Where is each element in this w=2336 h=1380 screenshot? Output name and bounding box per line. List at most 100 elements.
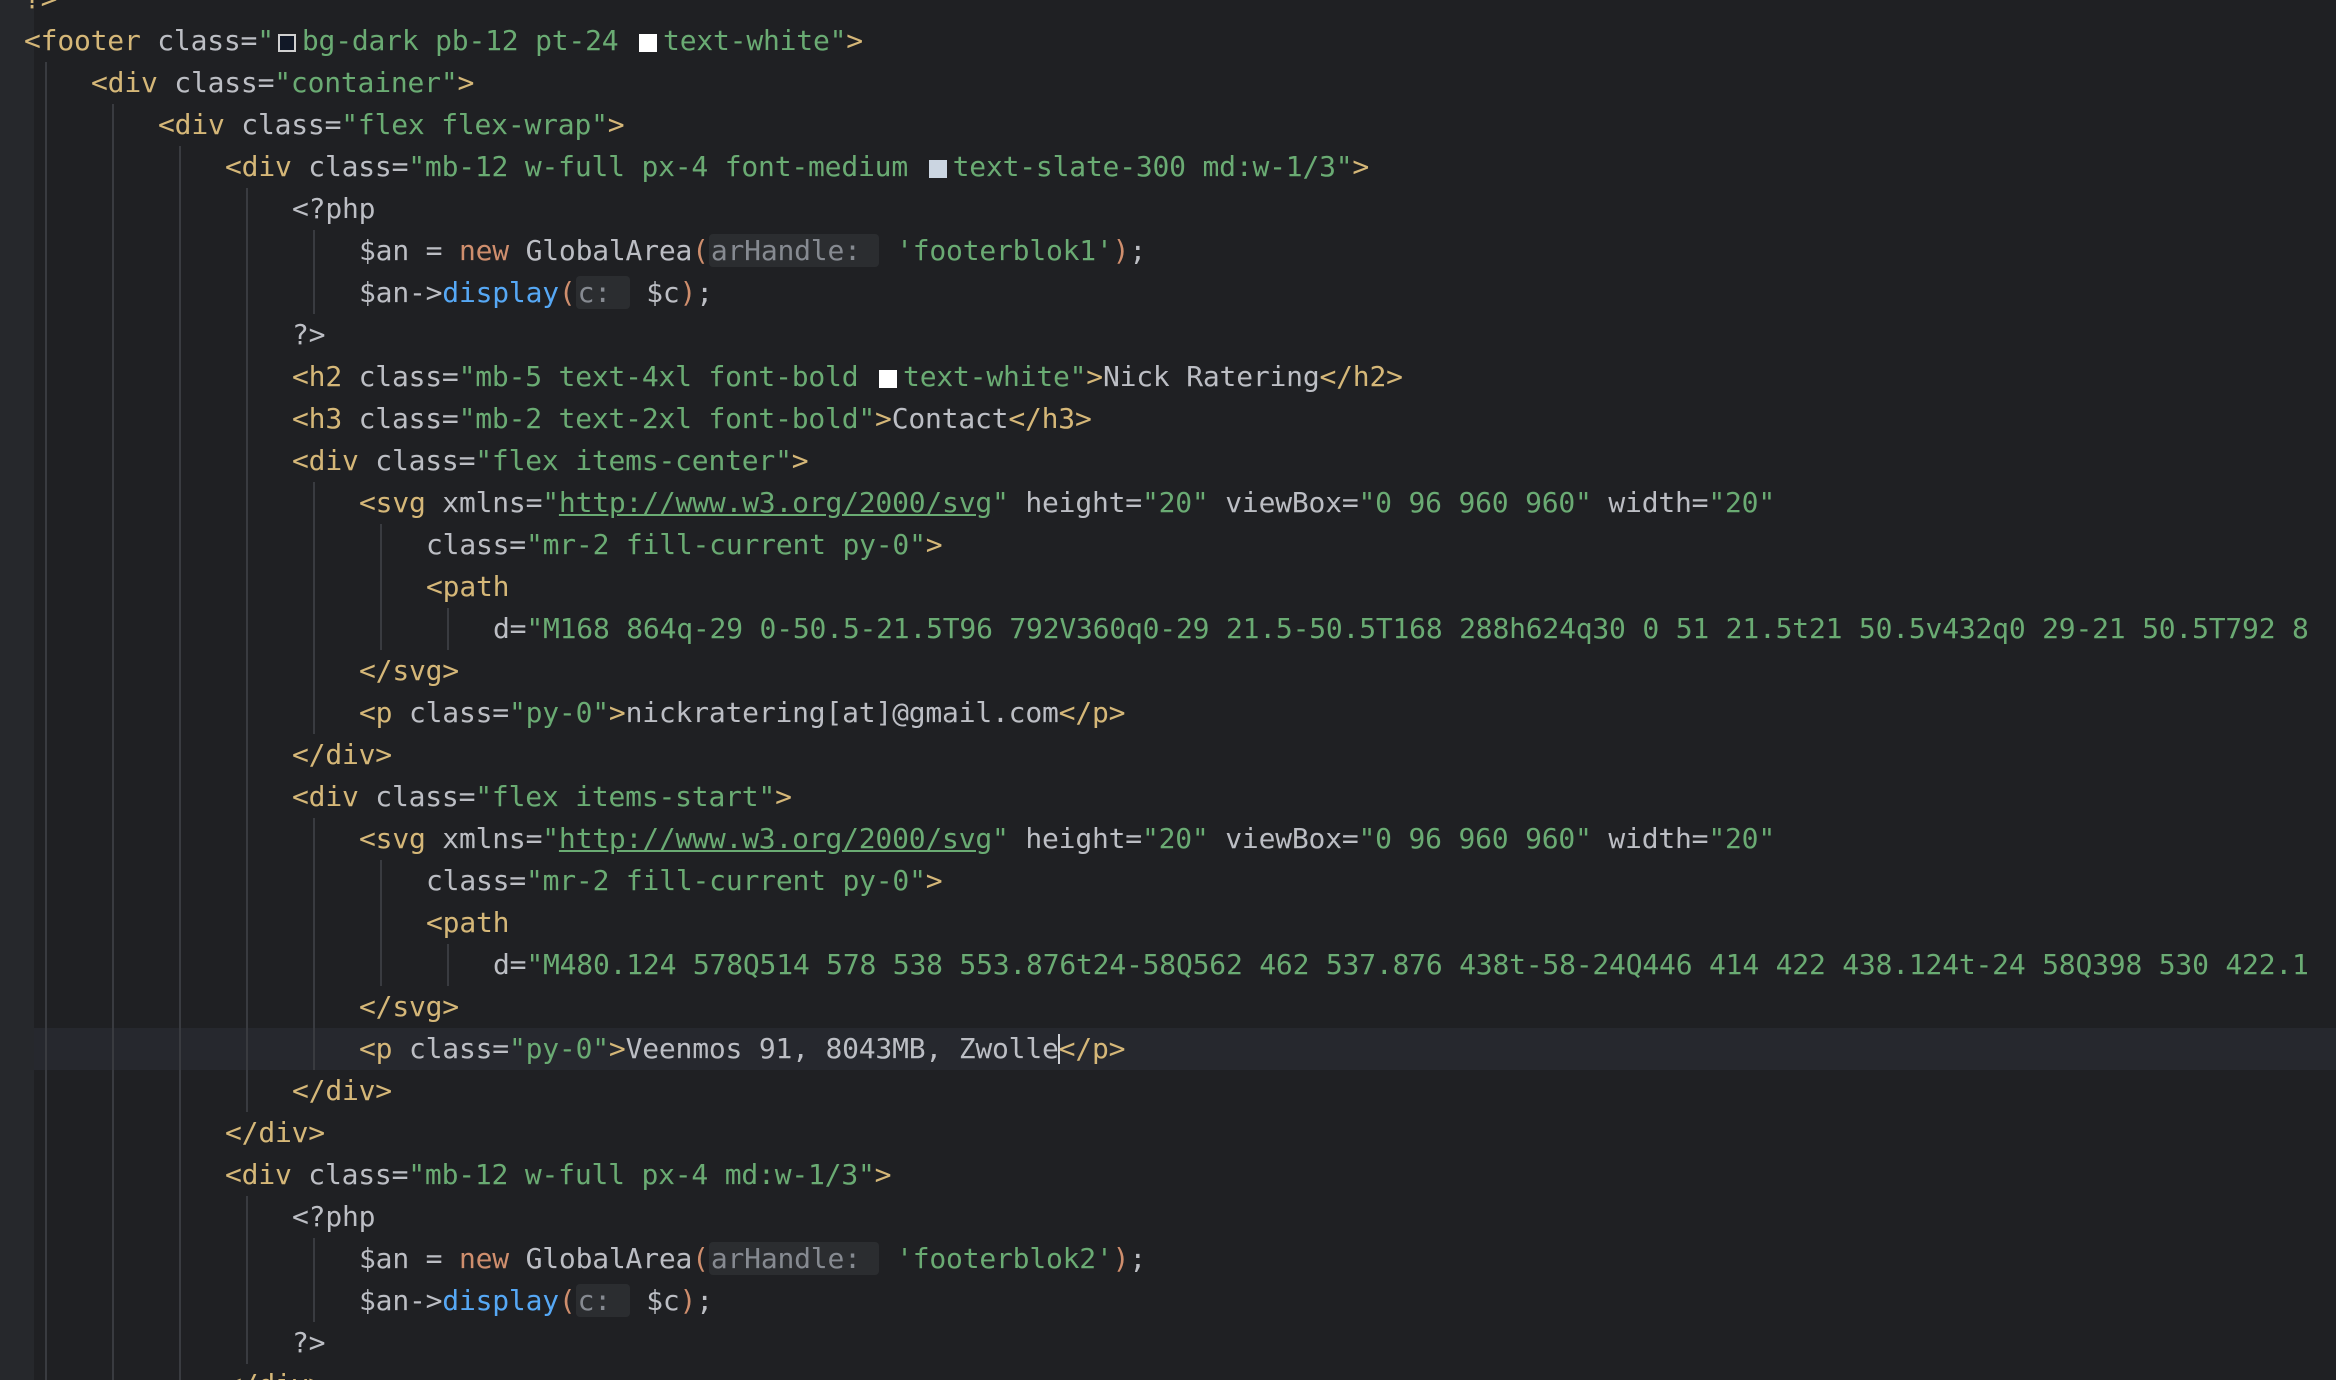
- code-line[interactable]: </div>: [34, 1112, 2336, 1154]
- indent-guide: [246, 608, 248, 650]
- indent-guide: [179, 1280, 181, 1322]
- code-line[interactable]: ?>: [24, 0, 2336, 20]
- indent-guide: [112, 1238, 114, 1280]
- color-swatch-icon[interactable]: [879, 370, 898, 388]
- code-token-text: $c: [629, 276, 680, 309]
- code-line[interactable]: <div class="container">: [34, 62, 2336, 104]
- code-line[interactable]: <div class="flex flex-wrap">: [34, 104, 2336, 146]
- code-line[interactable]: class="mr-2 fill-current py-0">: [34, 524, 2336, 566]
- code-line[interactable]: <div class="mb-12 w-full px-4 md:w-1/3">: [34, 1154, 2336, 1196]
- indent-guide: [246, 524, 248, 566]
- code-token-keyword: (: [692, 234, 709, 267]
- indent-guide: [112, 1322, 114, 1364]
- code-token-string: text-white": [903, 360, 1087, 393]
- code-token-link[interactable]: http://www.w3.org/2000/svg: [559, 486, 992, 519]
- code-token-string: ": [992, 822, 1009, 855]
- code-token-string: "20": [1141, 486, 1209, 519]
- color-swatch-icon[interactable]: [277, 34, 296, 52]
- code-line-text: <div class="flex items-start">: [292, 776, 792, 818]
- code-line[interactable]: </svg>: [34, 986, 2336, 1028]
- indent-guide: [246, 986, 248, 1028]
- code-line[interactable]: ?>: [34, 1322, 2336, 1364]
- indent-guide: [179, 230, 181, 272]
- code-line[interactable]: <div class="flex items-start">: [34, 776, 2336, 818]
- code-line-text: <path: [426, 566, 509, 608]
- code-line[interactable]: </div>: [34, 734, 2336, 776]
- code-line[interactable]: <path: [34, 902, 2336, 944]
- parameter-hint: c:: [575, 276, 630, 309]
- code-token-attribute: class=: [358, 780, 476, 813]
- code-line[interactable]: </div>: [34, 1070, 2336, 1112]
- code-token-text: Veenmos 91, 8043MB, Zwolle: [625, 1032, 1059, 1065]
- code-line[interactable]: <svg xmlns="http://www.w3.org/2000/svg" …: [34, 818, 2336, 860]
- code-editor[interactable]: ?><footer class="bg-dark pb-12 pt-24 tex…: [0, 0, 2336, 1380]
- code-line[interactable]: <?php: [34, 188, 2336, 230]
- code-line[interactable]: ?>: [34, 314, 2336, 356]
- indent-guide: [246, 314, 248, 356]
- code-line[interactable]: <?php: [34, 1196, 2336, 1238]
- code-line-text: class="mr-2 fill-current py-0">: [426, 524, 943, 566]
- code-token-tag: <div: [292, 780, 359, 813]
- code-token-tag: <svg: [359, 486, 426, 519]
- code-line[interactable]: <div class="flex items-center">: [34, 440, 2336, 482]
- code-token-tag: <div: [225, 150, 292, 183]
- code-line-text: d="M168 864q-29 0-50.5-21.5T96 792V360q0…: [493, 608, 2309, 650]
- indent-guide: [179, 1364, 181, 1380]
- code-line-text: </svg>: [359, 650, 459, 692]
- indent-guide: [112, 818, 114, 860]
- color-swatch-icon[interactable]: [928, 160, 947, 178]
- code-line[interactable]: <svg xmlns="http://www.w3.org/2000/svg" …: [34, 482, 2336, 524]
- code-token-tag: <path: [426, 906, 510, 939]
- code-line[interactable]: <footer class=" bg-dark pb-12 pt-24 text-…: [24, 20, 2336, 62]
- indent-guide: [112, 944, 114, 986]
- code-token-tag: </div>: [292, 1074, 392, 1107]
- indent-guide: [313, 902, 315, 944]
- code-token-keyword: ): [679, 1284, 697, 1317]
- indent-guide: [179, 734, 181, 776]
- code-line[interactable]: </svg>: [34, 650, 2336, 692]
- code-line[interactable]: <path: [34, 566, 2336, 608]
- code-token-text: ;: [696, 1284, 713, 1317]
- code-line[interactable]: class="mr-2 fill-current py-0">: [34, 860, 2336, 902]
- code-line[interactable]: <p class="py-0">nickratering[at]@gmail.c…: [34, 692, 2336, 734]
- code-line-text: </svg>: [359, 986, 459, 1028]
- code-token-tag: >: [791, 444, 809, 477]
- indent-guide: [246, 944, 248, 986]
- code-line[interactable]: $an = new GlobalArea(arHandle: 'footerbl…: [34, 1238, 2336, 1280]
- code-line-text: <div class="container">: [91, 62, 474, 104]
- code-token-tag: <path: [426, 570, 510, 603]
- code-line[interactable]: $an->display(c: $c);: [34, 1280, 2336, 1322]
- code-line[interactable]: d="M168 864q-29 0-50.5-21.5T96 792V360q0…: [34, 608, 2336, 650]
- code-line[interactable]: $an = new GlobalArea(arHandle: 'footerbl…: [34, 230, 2336, 272]
- code-line[interactable]: <h2 class="mb-5 text-4xl font-bold text-…: [34, 356, 2336, 398]
- code-token-text: <?php: [292, 1200, 376, 1233]
- code-line[interactable]: d="M480.124 578Q514 578 538 553.876t24-5…: [34, 944, 2336, 986]
- indent-guide: [246, 1196, 248, 1238]
- indent-guide: [45, 272, 47, 314]
- code-line-text: <svg xmlns="http://www.w3.org/2000/svg" …: [359, 482, 1775, 524]
- code-line[interactable]: <p class="py-0">Veenmos 91, 8043MB, Zwol…: [34, 1028, 2336, 1070]
- code-line[interactable]: </div>: [34, 1364, 2336, 1380]
- indent-guide: [246, 230, 248, 272]
- code-line[interactable]: $an->display(c: $c);: [34, 272, 2336, 314]
- code-token-attribute: class=: [140, 24, 258, 57]
- parameter-hint: arHandle:: [708, 1242, 880, 1275]
- code-token-string: "20": [1708, 486, 1775, 519]
- editor-gutter[interactable]: [0, 0, 34, 1380]
- code-token-tag: <div: [225, 1158, 292, 1191]
- indent-guide: [112, 272, 114, 314]
- color-swatch-icon[interactable]: [639, 34, 658, 52]
- code-token-keyword: ): [679, 276, 697, 309]
- code-line-text: <path: [426, 902, 509, 944]
- indent-guide: [112, 1364, 114, 1380]
- code-token-text: ;: [1129, 1242, 1146, 1275]
- code-area[interactable]: ?><footer class="bg-dark pb-12 pt-24 tex…: [24, 0, 2336, 1380]
- code-token-link[interactable]: http://www.w3.org/2000/svg: [559, 822, 992, 855]
- code-token-tag: >: [925, 864, 943, 897]
- indent-guide: [112, 1196, 114, 1238]
- code-token-tag: >: [607, 108, 625, 141]
- code-token-attribute: height=: [1008, 822, 1142, 855]
- code-line[interactable]: <h3 class="mb-2 text-2xl font-bold">Cont…: [34, 398, 2336, 440]
- indent-guide: [45, 1238, 47, 1280]
- code-line[interactable]: <div class="mb-12 w-full px-4 font-mediu…: [34, 146, 2336, 188]
